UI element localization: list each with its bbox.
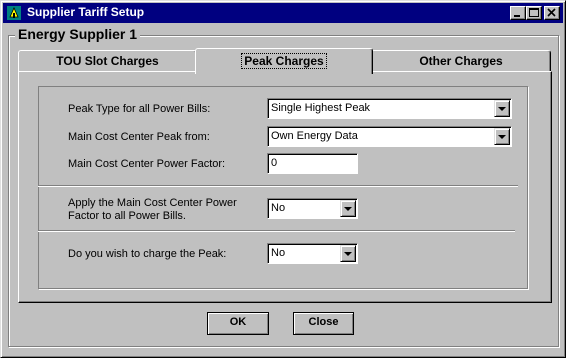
window-title: Supplier Tariff Setup <box>27 5 145 19</box>
tab-other-charges[interactable]: Other Charges <box>371 50 551 72</box>
apply-pf-value: No <box>271 202 286 214</box>
tab-tou-slot-charges[interactable]: TOU Slot Charges <box>18 50 197 72</box>
tab-peak-charges[interactable]: Peak Charges <box>195 48 373 74</box>
charge-peak-select[interactable]: No <box>267 243 358 264</box>
main-cost-peak-select[interactable]: Own Energy Data <box>267 126 512 147</box>
maximize-button[interactable] <box>526 6 542 20</box>
apply-pf-label: Apply the Main Cost Center Power Factor … <box>68 197 237 222</box>
maximize-icon <box>529 8 539 17</box>
peak-type-select[interactable]: Single Highest Peak <box>267 98 512 119</box>
dialog-window: Supplier Tariff Setup Energy Supplier 1 … <box>0 0 566 358</box>
chevron-down-icon[interactable] <box>340 200 356 217</box>
chevron-down-icon[interactable] <box>494 100 510 117</box>
minimize-icon <box>514 15 520 17</box>
main-cost-peak-label: Main Cost Center Peak from: <box>68 131 210 143</box>
peak-type-label: Peak Type for all Power Bills: <box>68 103 211 115</box>
title-bar[interactable]: Supplier Tariff Setup <box>3 3 563 23</box>
ok-button[interactable]: OK <box>207 312 269 335</box>
power-factor-value: 0 <box>271 157 278 169</box>
charge-peak-label: Do you wish to charge the Peak: <box>68 248 227 260</box>
group-title: Energy Supplier 1 <box>15 26 141 42</box>
apply-pf-select[interactable]: No <box>267 198 358 219</box>
charge-peak-value: No <box>271 247 286 259</box>
chevron-down-icon[interactable] <box>494 128 510 145</box>
minimize-button[interactable] <box>510 6 526 20</box>
power-factor-input[interactable]: 0 <box>267 153 358 174</box>
close-button[interactable]: Close <box>293 312 354 335</box>
app-icon <box>7 6 21 20</box>
main-cost-peak-value: Own Energy Data <box>271 130 358 142</box>
tab-peak-charges-label: Peak Charges <box>241 53 327 69</box>
separator <box>38 230 515 232</box>
chevron-down-icon[interactable] <box>340 245 356 262</box>
separator <box>38 185 518 187</box>
close-icon <box>547 8 556 17</box>
close-window-button[interactable] <box>544 6 560 20</box>
peak-type-value: Single Highest Peak <box>271 102 371 114</box>
power-factor-label: Main Cost Center Power Factor: <box>68 158 226 170</box>
